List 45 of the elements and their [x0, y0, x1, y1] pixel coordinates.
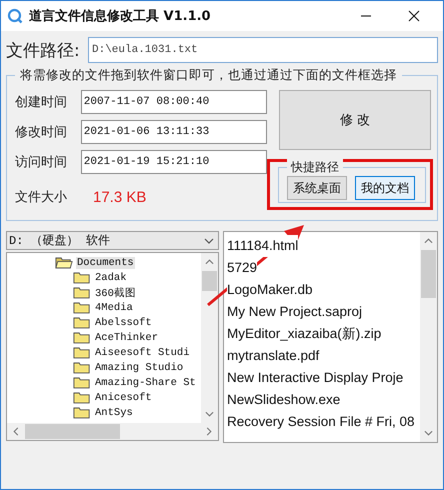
folder-item[interactable]: Aiseesoft Studi: [94, 346, 191, 358]
field-label: 创建时间: [15, 94, 68, 111]
size-label: 文件大小: [15, 189, 68, 206]
folder-item[interactable]: Amazing-Share St: [94, 376, 197, 388]
chevron-right-icon[interactable]: [206, 427, 212, 436]
scroll-thumb[interactable]: [25, 424, 120, 439]
folder-item[interactable]: AntSys: [94, 406, 134, 418]
horizontal-scrollbar[interactable]: [7, 423, 218, 440]
app-logo-icon: [7, 8, 23, 24]
window-title: 道言文件信息修改工具 V1.1.0: [29, 8, 211, 25]
close-icon[interactable]: [408, 10, 420, 22]
file-item[interactable]: 111184.html: [227, 235, 298, 257]
time-field[interactable]: 2007-11-07 08:00:40: [80, 90, 267, 114]
folder-item[interactable]: AceThinker: [94, 332, 160, 344]
chevron-down-icon[interactable]: [205, 411, 214, 417]
shortcut-button[interactable]: 我的文档: [355, 176, 415, 200]
field-label: 访问时间: [15, 154, 68, 171]
path-label: 文件路径:: [6, 40, 81, 62]
time-field[interactable]: 2021-01-06 13:11:33: [80, 120, 267, 144]
path-field[interactable]: D:\eula.1031.txt: [88, 37, 438, 63]
modify-button[interactable]: 修 改: [279, 90, 431, 150]
scroll-thumb[interactable]: [421, 250, 436, 298]
time-field[interactable]: 2021-01-19 15:21:10: [80, 150, 267, 174]
scroll-thumb[interactable]: [202, 271, 217, 291]
folder-item[interactable]: Amazing Studio: [94, 362, 184, 374]
shortcut-button[interactable]: 系统桌面: [287, 176, 347, 200]
field-label: 修改时间: [15, 124, 68, 141]
chevron-down-icon: [204, 238, 214, 244]
shortcut-legend: 快捷路径: [287, 159, 343, 176]
folder-item[interactable]: 4Media: [94, 302, 134, 314]
size-value: 17.3 KB: [93, 188, 146, 206]
folder-item[interactable]: Documents: [76, 256, 135, 268]
drive-dropdown[interactable]: D: （硬盘） 软件: [6, 231, 219, 250]
chevron-up-icon[interactable]: [205, 259, 214, 265]
vertical-scrollbar[interactable]: [420, 232, 437, 442]
chevron-up-icon[interactable]: [424, 238, 433, 244]
folder-item[interactable]: 360截图: [94, 286, 137, 300]
group-legend: 将需修改的文件拖到软件窗口即可，也通过通过下面的文件框选择: [15, 67, 402, 84]
folder-item[interactable]: 2adak: [94, 272, 128, 284]
vertical-scrollbar[interactable]: [201, 253, 218, 423]
drive-value: D: （硬盘） 软件: [9, 233, 111, 249]
chevron-down-icon[interactable]: [424, 430, 433, 436]
folder-item[interactable]: Abelssoft: [94, 316, 153, 328]
folder-item[interactable]: Anicesoft: [94, 392, 153, 404]
chevron-left-icon[interactable]: [13, 427, 19, 436]
